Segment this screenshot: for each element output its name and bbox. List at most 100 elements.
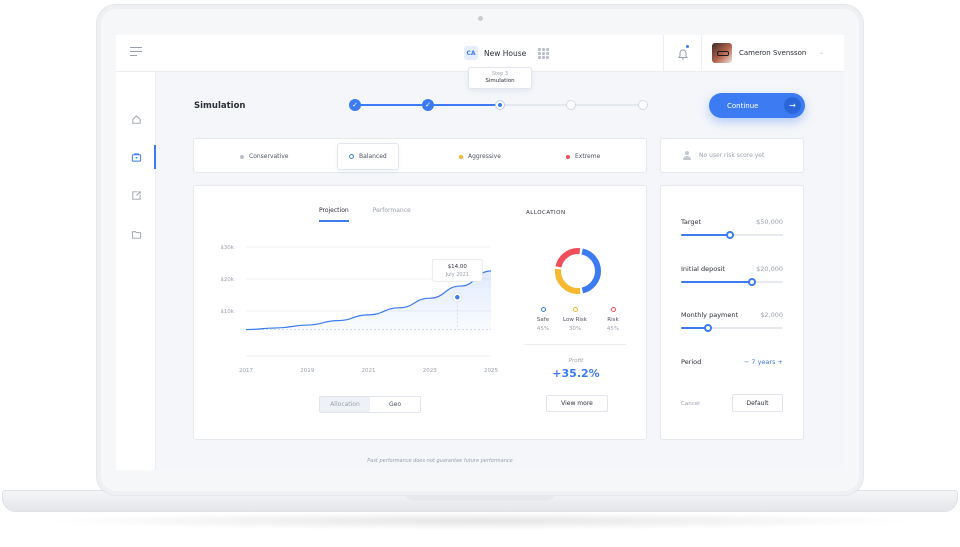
monthly-payment-value: $2,000 — [760, 311, 783, 319]
legend-risk: Risk 45% — [598, 307, 628, 332]
app-screen: CA New House Cameron Svensson ⌄ Simulati… — [116, 35, 844, 470]
legend-dot — [540, 307, 546, 312]
donut-slice — [581, 248, 601, 294]
risk-option-aggressive[interactable]: Aggressive — [459, 139, 501, 174]
donut-slice — [555, 268, 581, 294]
donut-slice — [555, 248, 581, 268]
period-stepper[interactable]: − 7 years + — [744, 358, 783, 366]
risk-option-balanced[interactable]: Balanced — [337, 143, 399, 170]
legend-safe: Safe 45% — [528, 307, 558, 332]
risk-option-conservative[interactable]: Conservative — [240, 139, 288, 174]
x-tick-label: 2021 — [362, 368, 376, 374]
view-more-button[interactable]: View more — [546, 395, 608, 412]
no-risk-text: No user risk score yet — [699, 152, 765, 159]
slider-fill — [681, 281, 753, 283]
slider-handle[interactable] — [748, 278, 757, 286]
legend-dot — [572, 307, 578, 312]
risk-option-label: Aggressive — [468, 153, 501, 160]
project-badge: CA — [464, 46, 478, 60]
folder-icon[interactable] — [129, 227, 143, 241]
target-slider[interactable] — [681, 231, 783, 239]
risk-option-extreme[interactable]: Extreme — [566, 139, 600, 174]
settings-card: Target $50,000 Initial deposit $20,000 M… — [660, 185, 804, 440]
x-tick-label: 2019 — [300, 368, 314, 374]
arrow-right-icon: → — [784, 97, 801, 114]
apps-grid-icon[interactable] — [538, 47, 550, 59]
step-tooltip: Step 3 Simulation — [468, 67, 532, 89]
risk-dot — [459, 154, 463, 159]
allocation-divider — [524, 344, 626, 345]
legend-percent: 30% — [568, 326, 582, 332]
legend-low-risk: Low Risk 30% — [560, 307, 590, 332]
step-tooltip-step: Step 3 — [491, 71, 509, 77]
menu-icon[interactable] — [130, 47, 142, 59]
legend-dot — [610, 307, 616, 312]
user-icon — [683, 151, 691, 160]
step-3-current[interactable] — [495, 100, 505, 110]
risk-dot — [240, 154, 244, 159]
topbar-divider — [701, 35, 702, 72]
legend-label: Low Risk — [563, 317, 587, 323]
target-label: Target — [681, 218, 702, 226]
avatar[interactable] — [712, 43, 732, 63]
monthly-payment-label: Monthly payment — [681, 311, 739, 319]
sidebar-active-indicator — [154, 145, 156, 169]
export-icon[interactable] — [129, 188, 143, 202]
monthly-payment-slider[interactable] — [681, 324, 783, 332]
segment-geo[interactable]: Geo — [370, 397, 420, 412]
sidebar — [116, 35, 156, 470]
continue-button[interactable]: Continue → — [709, 93, 805, 118]
default-button[interactable]: Default — [732, 394, 783, 412]
page-title: Simulation — [194, 101, 246, 111]
disclaimer: Past performance does not guarantee futu… — [367, 458, 513, 464]
notification-dot — [685, 44, 690, 49]
risk-dot — [349, 154, 354, 159]
step-2-check-icon[interactable]: ✓ — [422, 99, 434, 111]
home-icon[interactable] — [129, 112, 143, 126]
project-name: New House — [484, 48, 527, 58]
initial-deposit-label: Initial deposit — [681, 265, 726, 273]
risk-option-label: Conservative — [249, 153, 289, 160]
y-tick-label: $10k — [220, 309, 234, 315]
allocation-donut — [555, 248, 601, 294]
profit-value: +35.2% — [552, 367, 600, 380]
risk-selector: Conservative Balanced Aggressive Extreme — [193, 138, 647, 173]
simulation-card: Projection Performance $30k $20k $10k 2017 2… — [193, 185, 647, 440]
camera-dot — [478, 16, 483, 21]
slider-handle[interactable] — [725, 231, 734, 239]
legend-percent: 45% — [536, 326, 550, 332]
topbar-divider — [663, 35, 664, 72]
chart-view-toggle: Allocation Geo — [319, 396, 421, 413]
laptop-frame: CA New House Cameron Svensson ⌄ Simulati… — [0, 0, 960, 547]
x-tick-label: 2023 — [423, 368, 437, 374]
risk-score-panel[interactable]: No user risk score yet — [660, 138, 804, 173]
x-tick-label: 2017 — [239, 368, 253, 374]
initial-deposit-value: $20,000 — [756, 265, 783, 273]
slider-fill — [681, 234, 730, 236]
step-tooltip-name: Simulation — [485, 78, 515, 84]
initial-deposit-slider[interactable] — [681, 278, 783, 286]
stepper: ✓ ✓ — [349, 98, 648, 112]
project-switcher[interactable]: CA New House — [464, 46, 550, 60]
legend-label: Safe — [536, 317, 550, 323]
cancel-link[interactable]: Cancel — [681, 401, 700, 407]
step-5[interactable] — [638, 100, 648, 110]
legend-label: Risk — [607, 317, 619, 323]
step-4[interactable] — [566, 100, 576, 110]
legend-percent: 45% — [606, 326, 620, 332]
segment-allocation[interactable]: Allocation — [320, 397, 370, 412]
risk-option-label: Extreme — [575, 153, 601, 160]
step-1-check-icon[interactable]: ✓ — [349, 99, 361, 111]
risk-dot — [566, 154, 570, 159]
target-value: $50,000 — [756, 218, 783, 226]
slider-handle[interactable] — [703, 324, 712, 332]
chevron-down-icon[interactable]: ⌄ — [819, 49, 824, 56]
user-name[interactable]: Cameron Svensson — [739, 49, 806, 57]
portfolio-icon[interactable] — [129, 150, 143, 164]
x-tick-label: 2025 — [484, 368, 498, 374]
period-label: Period — [681, 358, 702, 366]
profit-label: Profit — [568, 358, 584, 364]
laptop-shadow — [40, 512, 920, 530]
risk-option-label: Balanced — [359, 153, 387, 160]
continue-label: Continue — [727, 101, 759, 110]
